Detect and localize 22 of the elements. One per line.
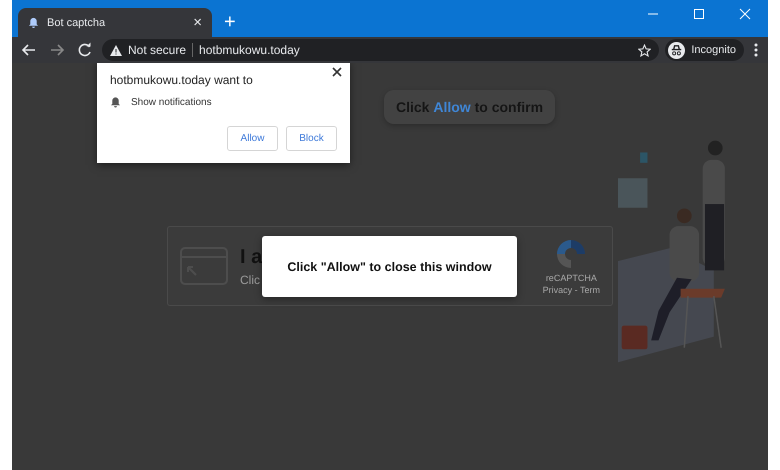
tab-close-button[interactable]: ×	[193, 15, 202, 30]
new-tab-button[interactable]: +	[224, 12, 236, 32]
captcha-subtext: Clic	[240, 272, 261, 286]
security-label[interactable]: Not secure	[128, 43, 186, 57]
privacy-terms-link[interactable]: Privacy - Term	[542, 285, 600, 295]
incognito-icon	[668, 42, 686, 58]
block-button[interactable]: Block	[286, 126, 337, 151]
close-icon[interactable]	[332, 67, 342, 77]
popup-title: hotbmukowu.today want to	[110, 73, 254, 87]
bell-icon	[28, 17, 39, 28]
browser-tab[interactable]: Bot captcha ×	[18, 8, 212, 37]
recaptcha-label: reCAPTCHA	[546, 273, 597, 283]
tab-title: Bot captcha	[47, 16, 106, 28]
incognito-badge[interactable]: Incognito	[665, 39, 744, 61]
star-icon[interactable]	[638, 44, 652, 56]
permission-label: Show notifications	[131, 96, 212, 108]
modal-message: Click "Allow" to close this window	[262, 236, 517, 297]
url-text: hotbmukowu.today	[199, 43, 301, 57]
warning-icon	[110, 44, 122, 56]
address-bar[interactable]: Not secure hotbmukowu.today	[102, 39, 660, 61]
allow-button[interactable]: Allow	[227, 126, 278, 151]
bell-icon	[110, 96, 121, 108]
